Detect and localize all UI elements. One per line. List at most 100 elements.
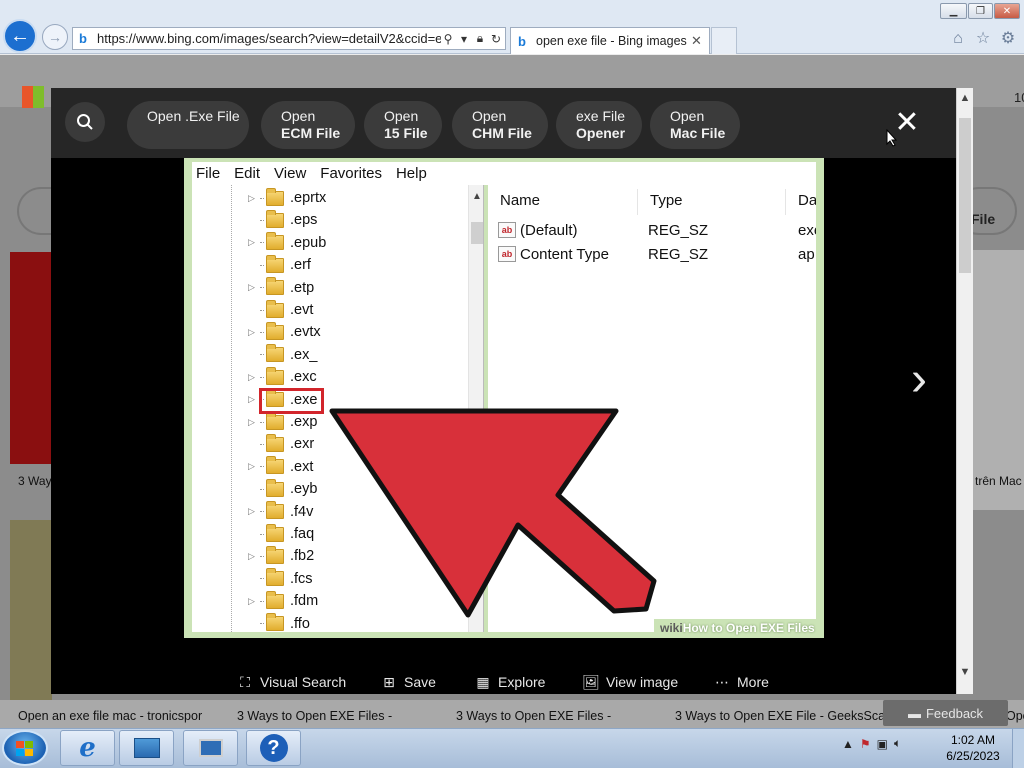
- folder-icon: [266, 232, 284, 251]
- microsoft-logo-icon: [22, 86, 44, 108]
- volume-muted-icon[interactable]: 🔈︎: [894, 736, 901, 751]
- expand-twisty-icon: ▷: [248, 237, 255, 248]
- explore-grid-icon: ▦: [476, 673, 490, 690]
- search-icon: [77, 114, 93, 130]
- expand-twisty-icon: ▷: [248, 282, 255, 293]
- scroll-up-icon[interactable]: ▲: [957, 92, 973, 104]
- show-desktop-button[interactable]: [1012, 729, 1024, 768]
- folder-icon: [266, 344, 284, 363]
- show-hidden-icons-icon[interactable]: ▲: [842, 737, 854, 751]
- clock-date: 6/25/2023: [946, 749, 1000, 763]
- dropdown-icon[interactable]: ▾: [457, 32, 471, 46]
- folder-icon: [266, 209, 284, 228]
- minimize-button[interactable]: ▁: [940, 3, 967, 19]
- menu-favorites: Favorites: [320, 165, 382, 182]
- col-name: Name: [488, 189, 638, 215]
- related-chip[interactable]: Open Mac File: [650, 101, 740, 149]
- clock[interactable]: 1:02 AM 6/25/2023: [944, 732, 1002, 764]
- page-scrollbar[interactable]: ▲ ▼: [956, 88, 973, 694]
- tree-key-label: .faq: [290, 526, 315, 542]
- tab-bing-images[interactable]: b open exe file - Bing images ✕: [510, 27, 710, 54]
- more-action[interactable]: ⋯ More: [714, 674, 769, 691]
- visual-search-icon: ⛶: [240, 673, 250, 690]
- back-button[interactable]: ←: [3, 19, 37, 53]
- exe-highlight-box: [259, 388, 324, 414]
- tree-key: .ex_: [248, 344, 317, 366]
- system-tray: ▲ ⚑ ▣ 🔈︎: [842, 736, 901, 751]
- taskbar-remote-desktop[interactable]: [183, 730, 238, 766]
- folder-icon: [266, 433, 284, 452]
- expand-twisty-icon: ▷: [248, 595, 255, 606]
- tree-key-label: .ffo: [290, 615, 310, 632]
- tree-key: .ffo: [248, 613, 310, 632]
- tree-key-label: .evtx: [290, 324, 321, 341]
- tab-title: open exe file - Bing images: [536, 34, 687, 48]
- visual-search-action[interactable]: ⛶ Visual Search: [237, 673, 346, 691]
- tree-key-label: .ext: [290, 458, 314, 475]
- tree-key: ▷ .fdm: [248, 590, 318, 612]
- window-close-button[interactable]: ✕: [994, 3, 1020, 19]
- new-tab-button[interactable]: [711, 27, 737, 54]
- search-icon[interactable]: ⚲: [441, 32, 455, 46]
- settings-gear-icon[interactable]: ⚙: [998, 29, 1018, 49]
- action-center-flag-icon[interactable]: ⚑: [860, 737, 871, 751]
- folder-icon: [266, 299, 284, 318]
- home-icon[interactable]: ⌂: [948, 29, 968, 49]
- related-chip[interactable]: Open ECM File: [261, 101, 355, 149]
- forward-button[interactable]: →: [42, 24, 68, 50]
- view-image-action[interactable]: 🖼︎ View image: [582, 674, 678, 691]
- folder-icon: [266, 456, 284, 475]
- feedback-button[interactable]: ▬ Feedback: [883, 700, 1008, 726]
- scroll-thumb[interactable]: [959, 118, 971, 273]
- bg-bottom-caption: 3 Ways to Open EXE File - GeeksScan: [675, 709, 892, 723]
- tab-close-icon[interactable]: ✕: [691, 33, 709, 49]
- expand-twisty-icon: ▷: [248, 506, 255, 517]
- related-chip[interactable]: Open .Exe File: [127, 101, 249, 149]
- bg-bottom-caption: 3 Ways to Open EXE Files -: [237, 709, 393, 723]
- tree-key: .fcs: [248, 568, 313, 590]
- tree-key-label: .f4v: [290, 503, 314, 520]
- tree-key: ▷ .ext: [248, 456, 313, 478]
- related-chip[interactable]: Open 15 File: [364, 101, 442, 149]
- refresh-icon[interactable]: ↻: [489, 32, 503, 46]
- tree-key: ▷ .exp: [248, 411, 317, 433]
- related-chip[interactable]: exe File Opener: [556, 101, 642, 149]
- tree-key: ▷ .eprtx: [248, 187, 326, 209]
- expand-twisty-icon: ▷: [248, 192, 255, 203]
- value-row: ab Content Type REG_SZ ap: [488, 242, 815, 266]
- bg-thumbnail-left: [10, 252, 52, 464]
- scroll-down-icon[interactable]: ▼: [957, 666, 973, 678]
- tree-key-label: .exp: [290, 414, 318, 430]
- menu-help: Help: [395, 165, 427, 182]
- start-button[interactable]: [2, 730, 48, 766]
- lock-icon[interactable]: 🔒︎: [473, 31, 487, 46]
- address-bar[interactable]: b https://www.bing.com/images/search?vie…: [72, 27, 506, 50]
- save-plus-icon: ⊞: [383, 673, 395, 690]
- taskbar-help[interactable]: ?: [246, 730, 301, 766]
- help-icon: ?: [259, 734, 288, 762]
- network-icon[interactable]: ▣: [877, 737, 888, 751]
- col-type: Type: [638, 189, 786, 215]
- explore-action[interactable]: ▦ Explore: [475, 673, 545, 691]
- tree-key: ▷ .etp: [248, 277, 314, 299]
- tree-key-label: .eps: [290, 212, 318, 229]
- taskbar-ie[interactable]: e: [60, 730, 115, 766]
- feedback-icon: ▬: [907, 705, 921, 721]
- related-chip[interactable]: Open CHM File: [452, 101, 548, 149]
- favorites-star-icon[interactable]: ☆: [973, 29, 993, 49]
- folder-icon: [266, 568, 284, 587]
- next-image-chevron-icon[interactable]: ›: [911, 356, 941, 408]
- restore-button[interactable]: ❐: [968, 3, 993, 19]
- folder-icon: [266, 321, 284, 340]
- back-arrow-icon: ←: [10, 24, 30, 47]
- folder-icon: [266, 545, 284, 564]
- visual-search-button[interactable]: [65, 102, 105, 142]
- address-url[interactable]: https://www.bing.com/images/search?view=…: [97, 31, 441, 46]
- tree-key: ▷ .evtx: [248, 321, 321, 343]
- save-action[interactable]: ⊞ Save: [381, 673, 436, 691]
- expand-twisty-icon: ▷: [248, 371, 255, 382]
- string-value-icon: ab: [498, 246, 516, 262]
- tree-key-label: .fcs: [290, 570, 313, 587]
- menu-view: View: [274, 165, 307, 182]
- taskbar-control-panel[interactable]: [119, 730, 174, 766]
